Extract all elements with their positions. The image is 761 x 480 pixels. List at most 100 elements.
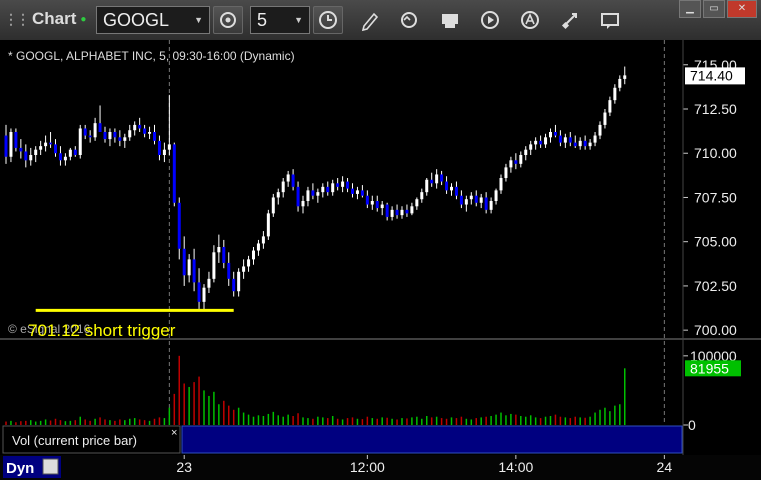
candle-body <box>103 132 107 140</box>
candle-body <box>133 124 137 131</box>
candle-body <box>573 142 577 147</box>
candle-body <box>306 190 310 201</box>
candle-body <box>153 132 156 141</box>
chart-area[interactable]: 700.00702.50705.00707.50710.00712.50715.… <box>0 40 761 455</box>
candle-body <box>549 132 552 138</box>
candle-body <box>370 201 374 205</box>
candle-body <box>623 75 627 79</box>
candle-body <box>578 140 582 147</box>
candle-body <box>355 190 359 194</box>
candle-body <box>346 181 350 189</box>
candle-body <box>271 197 275 214</box>
chevron-down-icon[interactable]: ▼ <box>194 7 203 33</box>
candle-body <box>44 142 48 147</box>
candle-body <box>331 183 335 193</box>
candle-body <box>469 195 473 200</box>
candle-body <box>435 174 439 184</box>
candle-body <box>172 144 176 203</box>
candle-body <box>34 149 38 155</box>
candle-body <box>529 144 533 150</box>
candle-body <box>336 183 340 187</box>
maximize-button[interactable]: ▭ <box>703 0 725 18</box>
candle-body <box>509 160 513 168</box>
toolbar: ⋮⋮ Chart ● GOOGL ▼ 5 ▼ ▁ ▭ ✕ <box>0 0 761 41</box>
candle-body <box>19 147 23 152</box>
interval-input[interactable]: 5 ▼ <box>250 6 310 34</box>
candle-body <box>138 124 142 129</box>
tools-icon[interactable] <box>556 6 584 34</box>
candle-body <box>68 149 72 157</box>
candle-body <box>420 192 424 200</box>
volume-label-close-icon[interactable]: × <box>171 427 177 439</box>
candle-body <box>385 204 389 217</box>
candle-body <box>4 135 8 157</box>
alert-icon[interactable] <box>516 6 544 34</box>
candle-body <box>489 201 493 210</box>
candle-body <box>608 100 612 113</box>
window-controls: ▁ ▭ ✕ <box>679 0 757 18</box>
candle-body <box>504 167 508 178</box>
candle-body <box>29 155 33 161</box>
candle-body <box>291 174 295 187</box>
candle-body <box>454 186 458 196</box>
volume-panel-label: Vol (current price bar) <box>12 433 137 448</box>
candle-body <box>479 197 483 203</box>
candle-body <box>73 149 77 155</box>
candle-body <box>316 192 320 196</box>
candle-body <box>143 128 147 134</box>
candle-body <box>450 186 453 191</box>
candle-body <box>182 248 186 276</box>
chart-title: * GOOGL, ALPHABET INC, 5, 09:30-16:00 (D… <box>8 49 295 63</box>
candle-body <box>39 146 43 150</box>
clock-button[interactable] <box>313 6 343 34</box>
chevron-down-icon[interactable]: ▼ <box>294 7 303 33</box>
time-tick-label: 14:00 <box>498 459 533 475</box>
minimize-button[interactable]: ▁ <box>679 0 701 18</box>
candle-body <box>261 236 265 244</box>
candle <box>172 142 176 207</box>
candle-body <box>405 209 409 214</box>
close-button[interactable]: ✕ <box>727 0 757 18</box>
candle-body <box>598 124 602 136</box>
candle-body <box>286 174 290 182</box>
comment-icon[interactable] <box>596 6 624 34</box>
time-tick-label: 24 <box>657 459 673 475</box>
pencil-icon[interactable] <box>356 6 384 34</box>
refresh-icon[interactable] <box>395 6 423 34</box>
candle-body <box>380 204 384 209</box>
candle-body <box>519 155 523 164</box>
link-settings-button[interactable] <box>213 6 243 34</box>
candle-body <box>410 206 414 214</box>
candle-body <box>98 123 102 132</box>
candle-body <box>553 132 557 136</box>
candle-body <box>217 247 221 253</box>
data-icon[interactable] <box>436 6 464 34</box>
candle-body <box>459 195 463 205</box>
candle-body <box>202 287 206 302</box>
candle-body <box>603 112 607 125</box>
candle-body <box>222 247 226 263</box>
candle-body <box>474 195 478 203</box>
candle-body <box>321 186 325 193</box>
candle-body <box>430 179 434 184</box>
app-title: ⋮⋮ Chart ● <box>4 9 86 29</box>
candle-body <box>227 262 231 279</box>
candle-body <box>247 259 251 267</box>
candle-body <box>242 266 246 272</box>
drag-grip-icon[interactable]: ⋮⋮ <box>4 11 30 28</box>
symbol-input[interactable]: GOOGL ▼ <box>96 6 210 34</box>
candle-body <box>301 201 305 207</box>
dyn-label: Dyn <box>6 460 34 477</box>
play-icon[interactable] <box>476 6 504 34</box>
candle-body <box>276 192 280 198</box>
candle-body <box>118 137 122 141</box>
candle-body <box>445 181 449 191</box>
candle-body <box>123 137 127 141</box>
clock-icon <box>319 11 337 29</box>
candle-body <box>14 132 18 148</box>
candle-body <box>93 123 97 138</box>
dyn-settings-icon[interactable] <box>42 458 59 475</box>
candle-body <box>252 250 255 260</box>
trigger-annotation: 701.12 short trigger <box>28 321 176 340</box>
candle-body <box>78 128 82 155</box>
